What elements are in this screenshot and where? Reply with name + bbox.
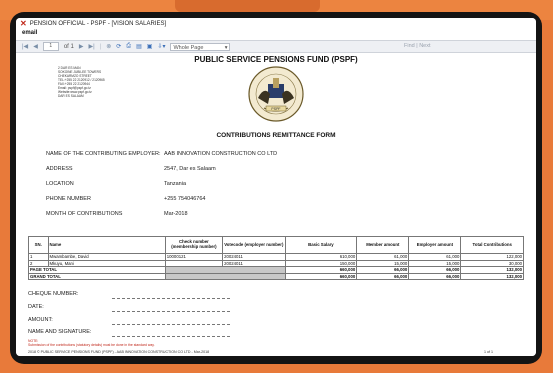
column-header: Basic Salary — [284, 236, 358, 254]
column-header: Member amount — [356, 236, 410, 254]
table-cell: 150,000 — [284, 259, 358, 268]
cheque-number-label: CHEQUE NUMBER: — [28, 291, 79, 297]
screen: ✕ PENSION OFFICIAL - PSPF - [VISION SALA… — [16, 18, 536, 356]
table-cell: 66,000 — [408, 272, 462, 281]
page-setup-icon[interactable]: ▣ — [147, 43, 153, 50]
field-label-employer: NAME OF THE CONTRIBUTING EMPLOYER: — [46, 151, 161, 157]
note-text: Submission of the contributions (statuto… — [28, 343, 155, 347]
table-cell: 30,000 — [460, 259, 524, 268]
find-link[interactable]: Find — [404, 43, 415, 49]
report-toolbar: |◀ ◀ 1 of 1 ▶ ▶| | ⊗ ⟳ ⎙ ▤ ▣ ⇩▾ Whole Pa… — [16, 40, 536, 53]
prev-page-icon[interactable]: ◀ — [33, 43, 38, 50]
cheque-number-line — [112, 298, 230, 299]
table-cell: 15,000 — [356, 259, 410, 268]
field-label-phone: PHONE NUMBER — [46, 196, 91, 202]
zoom-select[interactable]: Whole Page ▾ — [170, 42, 231, 51]
table-cell: 122,000 — [460, 253, 524, 261]
address-line: DAR ES SALAAM — [58, 94, 84, 98]
contributions-table: SN. Name Check number (membership number… — [28, 236, 524, 281]
page-number-input[interactable]: 1 — [42, 42, 59, 51]
field-value-month: Mar-2018 — [164, 211, 188, 217]
table-cell — [164, 259, 224, 268]
refresh-icon[interactable]: ⟳ — [116, 43, 121, 50]
tablet-frame: ✕ PENSION OFFICIAL - PSPF - [VISION SALA… — [10, 12, 542, 364]
table-cell: 66,000 — [356, 266, 410, 274]
next-page-icon[interactable]: ▶ — [79, 43, 84, 50]
toolbar-divider: | — [99, 43, 102, 50]
print-layout-icon[interactable]: ▤ — [136, 43, 142, 50]
table-cell: 1 — [28, 253, 49, 261]
amount-line — [112, 324, 230, 325]
page-total-row: PAGE TOTAL 660,000 66,000 66,000 132,000 — [28, 266, 524, 274]
app-x-icon: ✕ — [20, 19, 27, 28]
find-next-group: Find | Next — [404, 43, 431, 49]
grand-total-label: GRAND TOTAL — [28, 272, 166, 281]
table-cell: 660,000 — [284, 272, 358, 281]
column-header: Employer amount — [408, 236, 462, 254]
table-cell: 15,000 — [408, 259, 462, 268]
field-value-employer: AAB INNOVATION CONSTRUCTION CO LTD — [164, 151, 278, 157]
table-cell: 20024011 — [222, 259, 286, 268]
column-header: Check number (membership number) — [164, 236, 224, 254]
field-label-address: ADDRESS — [46, 166, 73, 172]
table-cell: 61,000 — [356, 253, 410, 261]
date-line — [112, 311, 230, 312]
seal-text: PSPF — [271, 107, 280, 111]
table-cell: 10000121 — [164, 253, 224, 261]
table-cell: 61,000 — [408, 253, 462, 261]
field-label-location: LOCATION — [46, 181, 74, 187]
export-icon[interactable]: ⇩▾ — [157, 43, 165, 50]
print-icon[interactable]: ⎙ — [126, 43, 131, 50]
column-header: Votecode (employer number) — [222, 236, 286, 254]
table-cell: 610,000 — [284, 253, 358, 261]
table-row: 2 Mkuyu, Mani 20024011 150,000 15,000 15… — [28, 259, 524, 268]
page-total-blank — [164, 266, 286, 274]
last-page-icon[interactable]: ▶| — [88, 43, 94, 50]
amount-label: AMOUNT: — [28, 317, 53, 323]
field-value-location: Tanzania — [164, 181, 187, 187]
form-title: CONTRIBUTIONS REMITTANCE FORM — [216, 132, 336, 139]
table-header-row: SN. Name Check number (membership number… — [28, 236, 524, 254]
field-value-phone: +255 754046764 — [164, 196, 206, 202]
column-header: SN. — [28, 236, 49, 254]
table-cell: 20024011 — [222, 253, 286, 261]
page-indicator: 1 of 1 — [484, 350, 493, 354]
grand-total-blank — [164, 272, 286, 281]
field-label-month: MONTH OF CONTRIBUTIONS — [46, 211, 123, 217]
zoom-value: Whole Page — [173, 44, 204, 51]
report-footer: 2018 © PUBLIC SERVICE PENSIONS FUND (PSP… — [28, 350, 210, 354]
page-of-label: of 1 — [63, 43, 74, 50]
next-link[interactable]: Next — [419, 43, 430, 49]
table-row: 1 Mwambambe, David 10000121 20024011 610… — [28, 253, 524, 261]
window-titlebar: ✕ PENSION OFFICIAL - PSPF - [VISION SALA… — [16, 18, 536, 30]
note-block: NOTE: Submission of the contributions (s… — [28, 339, 155, 347]
menu-bar: email — [16, 30, 536, 40]
window-title: PENSION OFFICIAL - PSPF - [VISION SALARI… — [29, 21, 167, 27]
org-title: PUBLIC SERVICE PENSIONS FUND (PSPF) — [194, 55, 358, 64]
stop-icon[interactable]: ⊗ — [106, 43, 111, 50]
report-page: PUBLIC SERVICE PENSIONS FUND (PSPF) 2 DA… — [16, 53, 536, 356]
field-value-address: 2547, Dar es Salaam — [164, 166, 216, 172]
column-header: Total Contributions — [460, 236, 524, 254]
table-cell: 2 — [28, 259, 49, 268]
background-patch — [175, 0, 320, 12]
first-page-icon[interactable]: |◀ — [22, 43, 28, 50]
table-cell: 66,000 — [356, 272, 410, 281]
table-cell: 132,000 — [460, 272, 524, 281]
name-signature-line — [112, 336, 230, 337]
name-signature-label: NAME AND SIGNATURE: — [28, 329, 92, 335]
chevron-down-icon: ▾ — [224, 44, 228, 51]
table-cell: Mwambambe, David — [47, 253, 166, 261]
date-label: DATE: — [28, 304, 44, 310]
table-cell: Mkuyu, Mani — [47, 259, 166, 268]
menu-item-email[interactable]: email — [22, 30, 37, 36]
column-header: Name — [47, 236, 166, 254]
table-cell: 132,000 — [460, 266, 524, 274]
pspf-seal-logo: PSPF — [248, 66, 304, 122]
table-cell: 660,000 — [284, 266, 358, 274]
table-cell: 66,000 — [408, 266, 462, 274]
page-total-label: PAGE TOTAL — [28, 266, 166, 274]
address-block: 2 DAR ES MAN SOKOINE JUBILEE TOWERS CHEK… — [58, 66, 105, 98]
grand-total-row: GRAND TOTAL 660,000 66,000 66,000 132,00… — [28, 272, 524, 281]
